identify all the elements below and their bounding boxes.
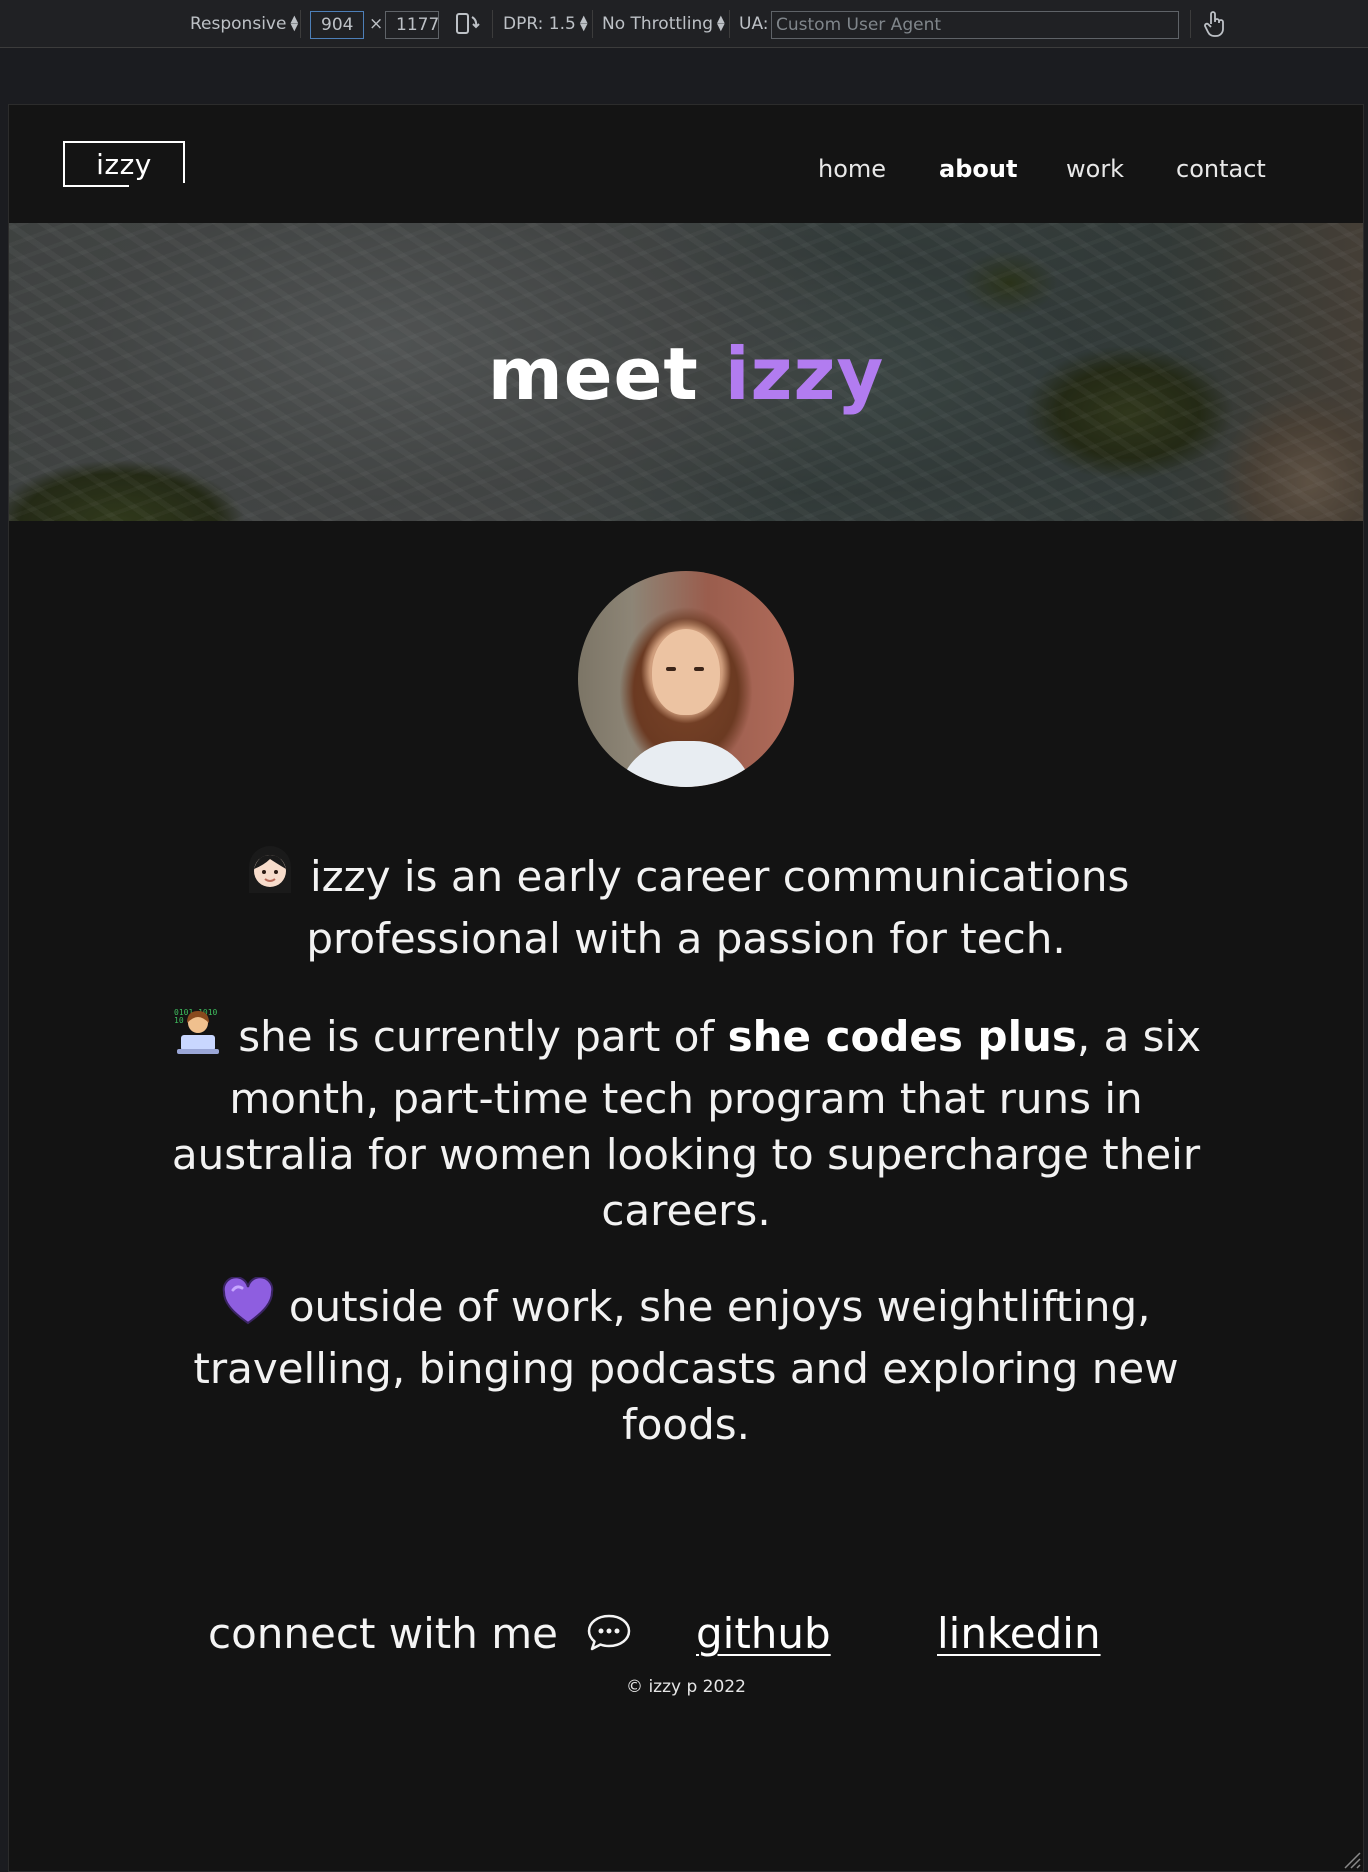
bio-paragraph-program: 0101 1010 10 01 she is currently part of… [9, 1003, 1363, 1239]
touch-hand-icon[interactable] [1202, 0, 1228, 48]
site-footer: © izzy p 2022 [626, 1677, 746, 1697]
nav-work[interactable]: work [1066, 155, 1124, 183]
nav-home[interactable]: home [818, 155, 886, 183]
user-agent-input[interactable]: Custom User Agent [771, 11, 1179, 39]
connect-section: connect with me github linkedin [9, 1609, 1363, 1665]
toolbar-divider [592, 10, 593, 38]
purple-heart-icon [221, 1276, 275, 1341]
bio-program-text-before: she is currently part of [238, 1012, 715, 1061]
hero-banner: meet izzy [9, 223, 1363, 521]
profile-photo [578, 571, 794, 787]
select-arrows-icon: ▲ ▼ [290, 14, 299, 33]
throttling-select[interactable]: No Throttling ▲ ▼ [602, 0, 725, 48]
woman-technologist-icon: 0101 1010 10 01 [171, 1003, 225, 1071]
bio-intro-text: izzy is an early career communications p… [306, 852, 1130, 963]
device-select[interactable]: Responsive ▲ ▼ [190, 0, 298, 48]
device-select-label: Responsive [190, 14, 287, 34]
connect-label: connect with me [208, 1609, 558, 1658]
throttling-label: No Throttling [602, 14, 714, 34]
linkedin-link[interactable]: linkedin [937, 1609, 1101, 1658]
viewport-height-input[interactable]: 1177 [385, 11, 439, 39]
dpr-label: DPR: 1.5 [503, 14, 576, 34]
profile-shirt [618, 741, 754, 787]
dpr-select[interactable]: DPR: 1.5 ▲ ▼ [503, 0, 588, 48]
profile-face [652, 629, 720, 715]
speech-bubble-icon [585, 1611, 633, 1665]
ua-label: UA: [739, 14, 769, 34]
toolbar-divider [300, 10, 301, 38]
site-navbar: izzy home about work contact [9, 105, 1363, 223]
nav-contact[interactable]: contact [1176, 155, 1266, 183]
profile-eye [694, 667, 704, 671]
toolbar-divider [1190, 10, 1191, 38]
rotate-device-icon[interactable] [454, 0, 480, 48]
resize-grip-icon[interactable] [1339, 1847, 1361, 1869]
title-plain: meet [487, 332, 699, 416]
select-arrows-icon: ▲ ▼ [717, 14, 725, 33]
bio-paragraph-intro: izzy is an early career communications p… [9, 843, 1363, 967]
viewport-width-input[interactable]: 904 [310, 11, 364, 39]
toolbar-divider [492, 10, 493, 38]
profile-eye [666, 667, 676, 671]
nav-about[interactable]: about [939, 155, 1017, 183]
bio-program-name: she codes plus [727, 1012, 1077, 1061]
toolbar-divider [729, 10, 730, 38]
bio-hobbies-text: outside of work, she enjoys weightliftin… [193, 1282, 1179, 1449]
github-link[interactable]: github [696, 1609, 831, 1658]
page-title: meet izzy [9, 333, 1363, 415]
woman-icon [243, 843, 297, 911]
title-accent: izzy [724, 332, 885, 416]
dimension-times-sign: × [369, 14, 384, 34]
bio-paragraph-hobbies: outside of work, she enjoys weightliftin… [9, 1276, 1363, 1453]
devtools-device-toolbar: Responsive ▲ ▼ 904 × 1177 DPR: 1.5 ▲ ▼ No … [0, 0, 1368, 48]
select-arrows-icon: ▲ ▼ [579, 14, 588, 33]
emulated-page-viewport: izzy home about work contact meet izzy i… [8, 104, 1364, 1872]
main-nav: home about work contact [9, 149, 1363, 189]
